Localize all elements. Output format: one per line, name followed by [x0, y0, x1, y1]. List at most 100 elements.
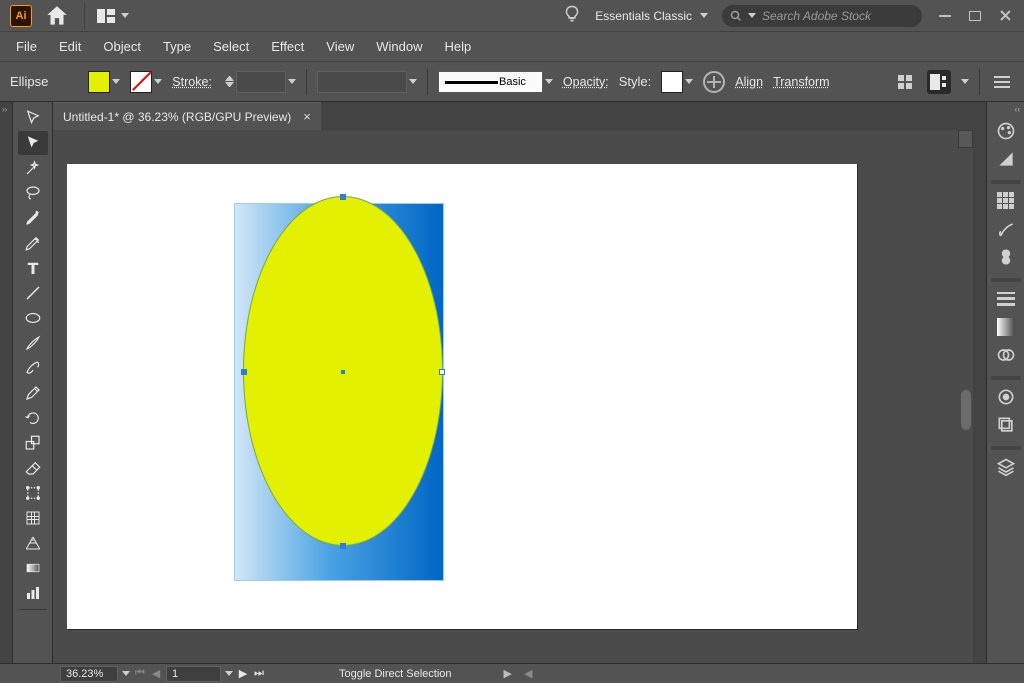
- column-graph-tool[interactable]: [18, 581, 48, 605]
- status-hint: Toggle Direct Selection: [339, 668, 452, 680]
- panel-group-separator: [991, 278, 1021, 282]
- document-tab[interactable]: Untitled-1* @ 36.23% (RGB/GPU Preview) ×: [53, 102, 321, 130]
- left-rail-stub[interactable]: ››: [0, 102, 13, 663]
- center-point[interactable]: [341, 370, 345, 374]
- workspace-switcher[interactable]: Essentials Classic: [595, 9, 708, 23]
- stroke-control[interactable]: [130, 71, 162, 93]
- anchor-point-left[interactable]: [241, 369, 247, 375]
- close-button[interactable]: [994, 6, 1016, 26]
- color-panel-icon[interactable]: [992, 118, 1020, 144]
- variable-width-profile[interactable]: [317, 71, 417, 93]
- color-guide-panel-icon[interactable]: [992, 146, 1020, 172]
- maximize-button[interactable]: [964, 6, 986, 26]
- prev-artboard-button[interactable]: ◀: [150, 667, 162, 680]
- eraser-tool[interactable]: [18, 456, 48, 480]
- chevron-down-icon[interactable]: [122, 671, 130, 676]
- status-menu-arrow[interactable]: ▶: [504, 667, 512, 680]
- style-swatch[interactable]: [661, 71, 683, 93]
- gradient-panel-icon[interactable]: [992, 314, 1020, 340]
- perspective-grid-tool[interactable]: [18, 531, 48, 555]
- chevron-down-icon: [112, 79, 120, 84]
- brushes-panel-icon[interactable]: [992, 216, 1020, 242]
- scale-tool[interactable]: [18, 431, 48, 455]
- paintbrush-tool[interactable]: [18, 331, 48, 355]
- anchor-point-bottom[interactable]: [340, 543, 346, 549]
- lasso-tool[interactable]: [18, 181, 48, 205]
- recolor-artwork-button[interactable]: [703, 71, 725, 93]
- graphic-styles-panel-icon[interactable]: [992, 412, 1020, 438]
- scroll-up-button[interactable]: [958, 130, 973, 148]
- menu-type[interactable]: Type: [153, 35, 201, 58]
- vertical-scrollbar-thumb[interactable]: [961, 390, 971, 430]
- menu-view[interactable]: View: [316, 35, 364, 58]
- stroke-swatch[interactable]: [130, 71, 152, 93]
- layers-panel-icon[interactable]: [992, 454, 1020, 480]
- workspace-label: Essentials Classic: [595, 9, 692, 23]
- last-artboard-button[interactable]: ⏭: [253, 667, 265, 680]
- symbols-panel-icon[interactable]: [992, 244, 1020, 270]
- chevron-down-icon[interactable]: [961, 79, 969, 84]
- blob-brush-tool[interactable]: [18, 356, 48, 380]
- stroke-panel-link[interactable]: Stroke:: [172, 75, 212, 89]
- anchor-point-right[interactable]: [439, 369, 445, 375]
- free-transform-tool[interactable]: [18, 481, 48, 505]
- isolate-group-button[interactable]: [927, 70, 951, 94]
- panel-menu-button[interactable]: [990, 70, 1014, 94]
- direct-selection-tool[interactable]: [18, 131, 48, 155]
- close-tab-button[interactable]: ×: [303, 109, 311, 124]
- menu-effect[interactable]: Effect: [261, 35, 314, 58]
- anchor-point-top[interactable]: [340, 194, 346, 200]
- chevron-down-icon: [545, 79, 553, 84]
- transparency-panel-icon[interactable]: [992, 342, 1020, 368]
- artboard[interactable]: [67, 164, 857, 629]
- line-segment-tool[interactable]: [18, 281, 48, 305]
- type-tool[interactable]: [18, 256, 48, 280]
- discover-button[interactable]: [563, 5, 581, 26]
- menu-object[interactable]: Object: [93, 35, 151, 58]
- stroke-weight-field[interactable]: [236, 71, 286, 93]
- adobe-stock-search[interactable]: Search Adobe Stock: [722, 5, 922, 27]
- canvas[interactable]: [53, 130, 973, 663]
- pen-tool[interactable]: [18, 206, 48, 230]
- menu-file[interactable]: File: [6, 35, 47, 58]
- menu-select[interactable]: Select: [203, 35, 259, 58]
- app-icon: Ai: [10, 5, 32, 27]
- transform-panel-link[interactable]: Transform: [773, 75, 830, 89]
- stroke-weight-spinner[interactable]: [225, 76, 234, 87]
- fill-control[interactable]: [88, 71, 120, 93]
- width-profile-field[interactable]: [317, 71, 407, 93]
- swatches-panel-icon[interactable]: [992, 188, 1020, 214]
- zoom-field[interactable]: 36.23%: [60, 666, 118, 682]
- isolate-object-button[interactable]: [893, 70, 917, 94]
- menu-window[interactable]: Window: [366, 35, 432, 58]
- brush-definition[interactable]: Basic: [438, 71, 553, 93]
- home-button[interactable]: [44, 3, 70, 29]
- magic-wand-tool[interactable]: [18, 156, 48, 180]
- artboard-nav-field[interactable]: 1: [166, 666, 221, 682]
- opacity-panel-link[interactable]: Opacity:: [563, 75, 609, 89]
- menu-edit[interactable]: Edit: [49, 35, 91, 58]
- rotate-tool[interactable]: [18, 406, 48, 430]
- stroke-panel-icon[interactable]: [992, 286, 1020, 312]
- align-panel-link[interactable]: Align: [735, 75, 763, 89]
- first-artboard-button[interactable]: ⏮: [134, 667, 146, 680]
- horizontal-scroll-left[interactable]: ◀: [524, 667, 532, 680]
- right-rail-gap[interactable]: [973, 102, 986, 663]
- arrange-documents-button[interactable]: [93, 5, 133, 27]
- eyedropper-tool[interactable]: [18, 381, 48, 405]
- stroke-weight-control[interactable]: [222, 71, 296, 93]
- curvature-tool[interactable]: [18, 231, 48, 255]
- chevron-down-icon[interactable]: [225, 671, 233, 676]
- expand-arrows-icon: ››: [2, 105, 7, 114]
- next-artboard-button[interactable]: ▶: [237, 667, 249, 680]
- minimize-button[interactable]: [934, 6, 956, 26]
- fill-swatch[interactable]: [88, 71, 110, 93]
- menu-help[interactable]: Help: [434, 35, 481, 58]
- brush-field[interactable]: Basic: [438, 71, 543, 93]
- gradient-tool[interactable]: [18, 556, 48, 580]
- mesh-tool[interactable]: [18, 506, 48, 530]
- rectangle-tool[interactable]: [18, 306, 48, 330]
- selection-tool[interactable]: [18, 106, 48, 130]
- appearance-panel-icon[interactable]: [992, 384, 1020, 410]
- graphic-style-control[interactable]: [661, 71, 693, 93]
